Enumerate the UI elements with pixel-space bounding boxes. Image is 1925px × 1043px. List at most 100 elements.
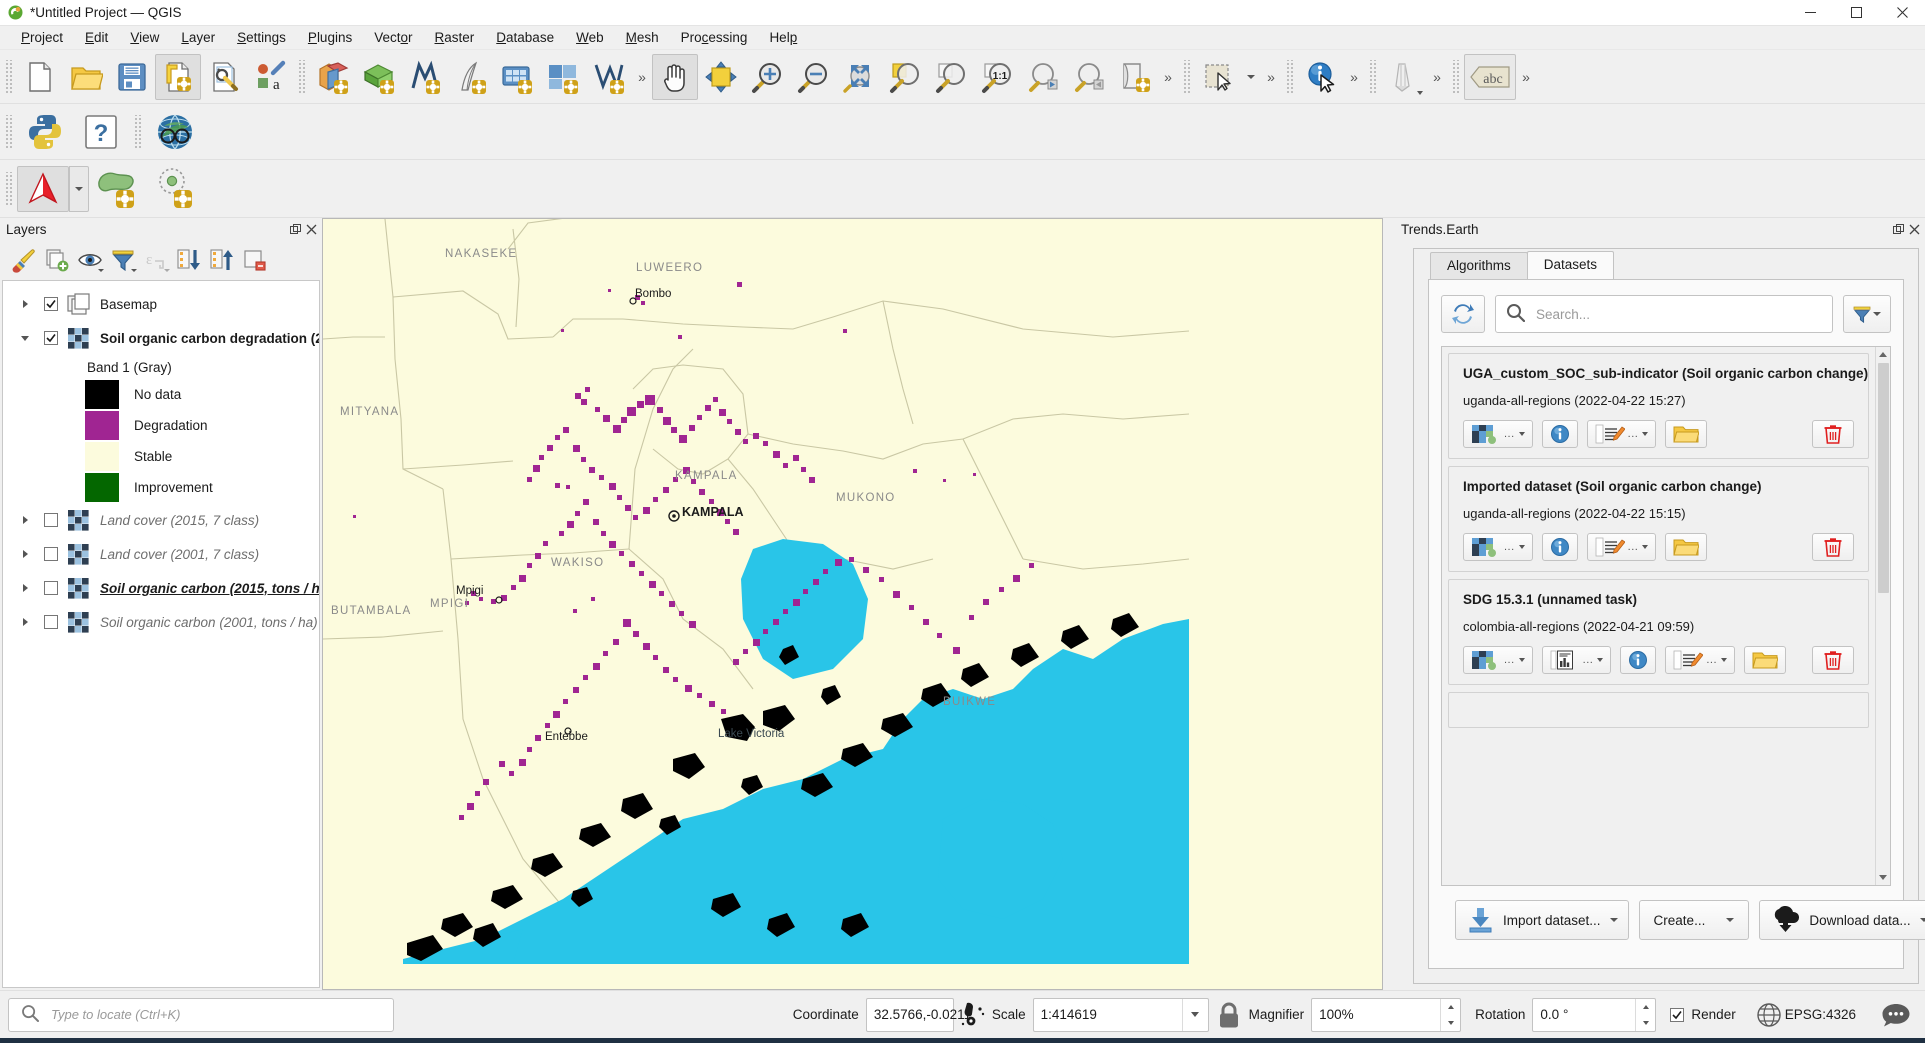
messages-bubble-icon[interactable] [1875, 1002, 1917, 1028]
stepper-up[interactable] [1441, 999, 1460, 1015]
label-button[interactable]: abc [1464, 54, 1516, 100]
add-virtual-layer-button[interactable] [586, 54, 632, 100]
chevron-right-icon[interactable] [17, 614, 33, 630]
rotation-stepper[interactable] [1635, 999, 1655, 1031]
add-to-map-button[interactable]: ... [1463, 533, 1533, 561]
layer-visibility-checkbox[interactable] [44, 513, 58, 527]
chevron-down-icon[interactable] [1597, 658, 1603, 662]
import-dataset-button[interactable]: Import dataset... [1455, 900, 1629, 940]
dataset-card[interactable]: SDG 15.3.1 (unnamed task) colombia-all-r… [1448, 579, 1869, 685]
dataset-info-button[interactable] [1542, 420, 1578, 448]
layer-row-soc-2015[interactable]: Soil organic carbon (2015, tons / ha) [3, 571, 319, 605]
maximize-button[interactable] [1833, 0, 1879, 26]
chevron-down-icon[interactable] [17, 330, 33, 346]
layer-row-land-cover-2015[interactable]: Land cover (2015, 7 class) [3, 503, 319, 537]
select-dropdown-chevron[interactable] [1241, 54, 1261, 100]
menu-edit[interactable]: Edit [74, 27, 119, 48]
stepper-down[interactable] [1636, 1015, 1655, 1031]
toolbar-overflow-chevron[interactable]: » [1261, 54, 1281, 100]
search-field-wrapper[interactable] [1495, 295, 1833, 333]
menu-layer[interactable]: Layer [170, 27, 226, 48]
trends-earth-button[interactable] [146, 109, 204, 155]
open-folder-button[interactable] [1665, 533, 1707, 561]
coordinate-field[interactable]: 32.5766,-0.0211 [866, 998, 954, 1032]
toolbar-grip[interactable] [1182, 60, 1191, 94]
toolbar-grip[interactable] [4, 60, 13, 94]
layer-visibility-checkbox[interactable] [44, 581, 58, 595]
toolbar-overflow-chevron[interactable]: » [1427, 54, 1447, 100]
toolbar-grip[interactable] [297, 60, 306, 94]
menu-plugins[interactable]: Plugins [297, 27, 363, 48]
generate-report-button[interactable]: ... [1587, 533, 1657, 561]
lock-scale-icon[interactable] [1209, 1001, 1249, 1029]
minimize-button[interactable] [1787, 0, 1833, 26]
dataset-card[interactable]: UGA_custom_SOC_sub-indicator (Soil organ… [1448, 353, 1869, 459]
filter-legend-expression-button[interactable]: ε [140, 244, 172, 276]
float-panel-icon[interactable] [289, 223, 302, 236]
remove-layer-button[interactable] [239, 244, 271, 276]
toolbar-grip[interactable] [4, 172, 13, 206]
style-dock-button[interactable]: a [247, 54, 293, 100]
add-raster-layer-button[interactable] [356, 54, 402, 100]
close-panel-icon[interactable] [1908, 223, 1921, 236]
toolbar-grip[interactable] [1285, 60, 1294, 94]
menu-vector[interactable]: Vector [363, 27, 423, 48]
magnifier-stepper[interactable] [1440, 999, 1460, 1031]
stepper-down[interactable] [1441, 1015, 1460, 1031]
open-folder-button[interactable] [1744, 646, 1786, 674]
refresh-datasets-button[interactable] [1441, 295, 1485, 333]
locate-input[interactable] [49, 1006, 393, 1023]
toolbar-grip[interactable] [4, 115, 13, 149]
zoom-native-button[interactable]: 1:1 [974, 54, 1020, 100]
chevron-down-icon[interactable] [1726, 918, 1734, 922]
open-project-button[interactable] [63, 54, 109, 100]
close-button[interactable] [1879, 0, 1925, 26]
chevron-down-icon[interactable] [1182, 999, 1208, 1031]
tab-datasets[interactable]: Datasets [1527, 251, 1614, 279]
menu-view[interactable]: View [119, 27, 170, 48]
add-to-map-button[interactable]: ... [1463, 646, 1533, 674]
toolbar-overflow-chevron[interactable]: » [632, 54, 652, 100]
zoom-to-layer-button[interactable] [928, 54, 974, 100]
add-to-map-button[interactable]: ... [1463, 420, 1533, 448]
toolbar-overflow-chevron[interactable]: » [1344, 54, 1364, 100]
toolbar-overflow-chevron[interactable]: » [1158, 54, 1178, 100]
delete-dataset-button[interactable] [1812, 646, 1854, 674]
zoom-out-button[interactable] [790, 54, 836, 100]
current-edits-button[interactable] [17, 166, 69, 212]
open-folder-button[interactable] [1665, 420, 1707, 448]
toolbar-grip[interactable] [133, 115, 142, 149]
menu-web[interactable]: Web [565, 27, 615, 48]
measure-button[interactable] [1381, 54, 1427, 100]
chevron-down-icon[interactable] [1519, 658, 1525, 662]
layer-visibility-checkbox[interactable] [44, 547, 58, 561]
pan-to-selection-button[interactable] [698, 54, 744, 100]
create-button[interactable]: Create... [1639, 900, 1750, 940]
collapse-all-button[interactable] [206, 244, 238, 276]
chevron-down-icon[interactable] [1519, 545, 1525, 549]
menu-processing[interactable]: Processing [670, 27, 759, 48]
crs-label[interactable]: EPSG:4326 [1785, 1007, 1856, 1022]
coordinate-toggle-icon[interactable] [954, 1000, 992, 1030]
generate-report-button[interactable]: ... [1587, 420, 1657, 448]
add-delimited-text-button[interactable] [448, 54, 494, 100]
layer-row-soc-2001[interactable]: Soil organic carbon (2001, tons / ha) [3, 605, 319, 639]
add-spatialite-layer-button[interactable] [540, 54, 586, 100]
add-postgis-layer-button[interactable] [494, 54, 540, 100]
toolbar-grip[interactable] [1368, 60, 1377, 94]
scrollbar-thumb[interactable] [1878, 363, 1889, 593]
datasets-list[interactable]: UGA_custom_SOC_sub-indicator (Soil organ… [1442, 347, 1875, 885]
tab-algorithms[interactable]: Algorithms [1430, 252, 1528, 279]
chevron-down-icon[interactable] [1721, 658, 1727, 662]
menu-project[interactable]: Project [10, 27, 74, 48]
dataset-info-button[interactable] [1620, 646, 1656, 674]
chevron-right-icon[interactable] [17, 546, 33, 562]
delete-dataset-button[interactable] [1812, 533, 1854, 561]
zoom-next-button[interactable] [1066, 54, 1112, 100]
render-checkbox[interactable] [1670, 1008, 1684, 1022]
datasets-scrollbar[interactable] [1875, 347, 1890, 885]
identify-features-button[interactable] [1298, 54, 1344, 100]
menu-settings[interactable]: Settings [226, 27, 297, 48]
stepper-up[interactable] [1636, 999, 1655, 1015]
pan-map-button[interactable] [652, 54, 698, 100]
